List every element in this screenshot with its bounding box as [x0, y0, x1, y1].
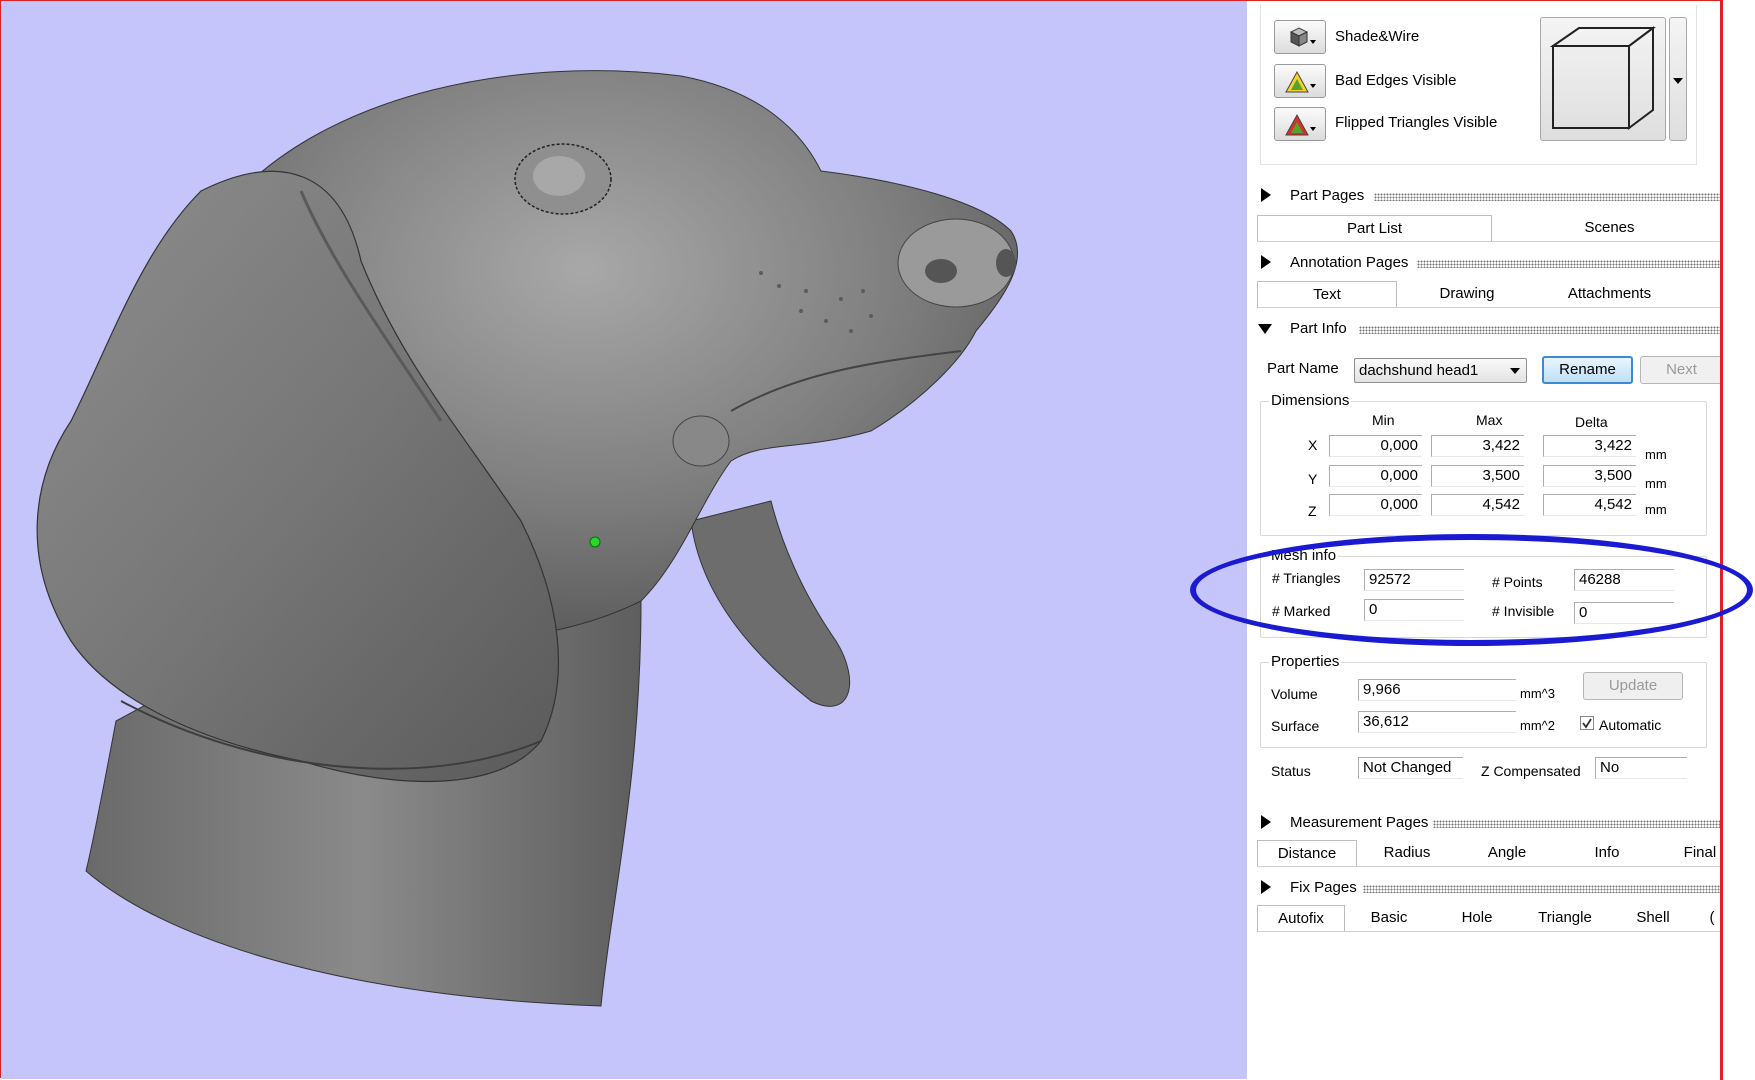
y-delta-field[interactable]: 3,500 — [1543, 465, 1636, 487]
unit-label: mm — [1645, 502, 1667, 517]
section-measurement-pages[interactable]: Measurement Pages — [1247, 810, 1722, 834]
highlight-circle — [1190, 534, 1753, 646]
tab-radius[interactable]: Radius — [1357, 840, 1457, 866]
section-title: Part Pages — [1290, 187, 1365, 204]
tab-text[interactable]: Text — [1257, 281, 1397, 307]
z-max-field[interactable]: 4,542 — [1431, 494, 1524, 516]
bad-edges-button[interactable] — [1274, 64, 1326, 98]
triangle-warning-icon — [1285, 70, 1316, 93]
expand-arrow-icon — [1261, 880, 1271, 894]
collapse-arrow-icon — [1258, 324, 1272, 334]
status-field: Not Changed — [1358, 757, 1463, 779]
surface-field[interactable]: 36,612 — [1358, 711, 1516, 733]
status-label: Status — [1271, 763, 1311, 779]
window-edge — [1720, 0, 1723, 1080]
shade-wire-label: Shade&Wire — [1335, 28, 1420, 45]
tab-triangle[interactable]: Triangle — [1521, 905, 1609, 931]
unit-label: mm — [1645, 476, 1667, 491]
tab-basic[interactable]: Basic — [1345, 905, 1433, 931]
divider — [1359, 326, 1722, 334]
section-title: Annotation Pages — [1290, 254, 1409, 271]
group-label: Properties — [1269, 653, 1342, 670]
tab-angle[interactable]: Angle — [1457, 840, 1557, 866]
tab-more[interactable]: ( — [1697, 905, 1722, 931]
view-dropdown-button[interactable] — [1669, 17, 1687, 141]
flipped-triangles-button[interactable] — [1274, 107, 1326, 141]
divider — [1363, 885, 1722, 893]
x-min-field[interactable]: 0,000 — [1329, 435, 1422, 457]
y-max-field[interactable]: 3,500 — [1431, 465, 1524, 487]
tab-autofix[interactable]: Autofix — [1257, 905, 1345, 931]
z-delta-field[interactable]: 4,542 — [1543, 494, 1636, 516]
x-max-field[interactable]: 3,422 — [1431, 435, 1524, 457]
divider — [1433, 820, 1722, 828]
axis-label: X — [1308, 437, 1318, 453]
flipped-triangles-label: Flipped Triangles Visible — [1335, 114, 1498, 131]
tab-final[interactable]: Final P — [1657, 840, 1722, 866]
checkmark-icon — [1582, 718, 1592, 729]
part-tabs: Part List Scenes — [1257, 215, 1722, 242]
part-name-value: dachshund head1 — [1359, 362, 1479, 379]
tab-drawing[interactable]: Drawing — [1397, 281, 1537, 307]
automatic-label: Automatic — [1599, 717, 1662, 733]
chevron-down-icon — [1510, 368, 1520, 374]
group-label: Dimensions — [1269, 392, 1352, 409]
col-min-header: Min — [1372, 412, 1395, 428]
surface-label: Surface — [1271, 718, 1320, 734]
z-min-field[interactable]: 0,000 — [1329, 494, 1422, 516]
volume-unit: mm^3 — [1520, 686, 1555, 701]
axis-label: Y — [1308, 471, 1318, 487]
tab-part-list[interactable]: Part List — [1257, 215, 1492, 241]
section-title: Fix Pages — [1290, 879, 1357, 896]
divider — [1417, 260, 1722, 268]
section-title: Part Info — [1290, 320, 1347, 337]
automatic-checkbox[interactable] — [1580, 716, 1594, 730]
measurement-tabs: Distance Radius Angle Info Final P — [1257, 840, 1722, 867]
volume-field[interactable]: 9,966 — [1358, 679, 1516, 701]
unit-label: mm — [1645, 447, 1667, 462]
col-delta-header: Delta — [1575, 414, 1608, 430]
tab-hole[interactable]: Hole — [1433, 905, 1521, 931]
divider — [1374, 193, 1722, 201]
section-part-info[interactable]: Part Info — [1247, 316, 1722, 340]
view-cube-button[interactable] — [1540, 17, 1666, 141]
tab-scenes[interactable]: Scenes — [1492, 215, 1722, 241]
axis-label: Z — [1308, 503, 1317, 519]
selection-marker[interactable] — [589, 536, 601, 548]
section-title: Measurement Pages — [1290, 814, 1429, 831]
dachshund-head-model[interactable] — [1, 1, 1247, 1079]
part-name-select[interactable]: dachshund head1 — [1354, 358, 1527, 383]
expand-arrow-icon — [1261, 188, 1271, 202]
cube-icon — [1289, 27, 1316, 47]
part-name-label: Part Name — [1267, 360, 1339, 377]
tab-attachments[interactable]: Attachments — [1537, 281, 1682, 307]
expand-arrow-icon — [1261, 255, 1271, 269]
tab-info[interactable]: Info — [1557, 840, 1657, 866]
cube-outline-icon — [1549, 26, 1656, 130]
z-compensated-label: Z Compensated — [1481, 763, 1581, 779]
surface-unit: mm^2 — [1520, 718, 1555, 733]
shade-wire-button[interactable] — [1274, 20, 1326, 54]
flipped-triangle-icon — [1285, 113, 1316, 136]
tab-distance[interactable]: Distance — [1257, 840, 1357, 866]
section-fix-pages[interactable]: Fix Pages — [1247, 875, 1722, 899]
3d-viewport[interactable] — [1, 1, 1247, 1079]
rename-button[interactable]: Rename — [1542, 356, 1633, 384]
col-max-header: Max — [1476, 412, 1503, 428]
fix-tabs: Autofix Basic Hole Triangle Shell ( — [1257, 905, 1722, 932]
section-annotation-pages[interactable]: Annotation Pages — [1247, 250, 1722, 274]
update-button[interactable]: Update — [1583, 672, 1683, 700]
x-delta-field[interactable]: 3,422 — [1543, 435, 1636, 457]
annotation-tabs: Text Drawing Attachments — [1257, 281, 1722, 308]
next-button[interactable]: Next — [1640, 356, 1722, 384]
bad-edges-label: Bad Edges Visible — [1335, 72, 1457, 89]
expand-arrow-icon — [1261, 815, 1271, 829]
chevron-down-icon — [1673, 78, 1683, 84]
y-min-field[interactable]: 0,000 — [1329, 465, 1422, 487]
volume-label: Volume — [1271, 686, 1318, 702]
section-part-pages[interactable]: Part Pages — [1247, 183, 1722, 207]
z-compensated-field: No — [1595, 757, 1687, 779]
tab-shell[interactable]: Shell — [1609, 905, 1697, 931]
